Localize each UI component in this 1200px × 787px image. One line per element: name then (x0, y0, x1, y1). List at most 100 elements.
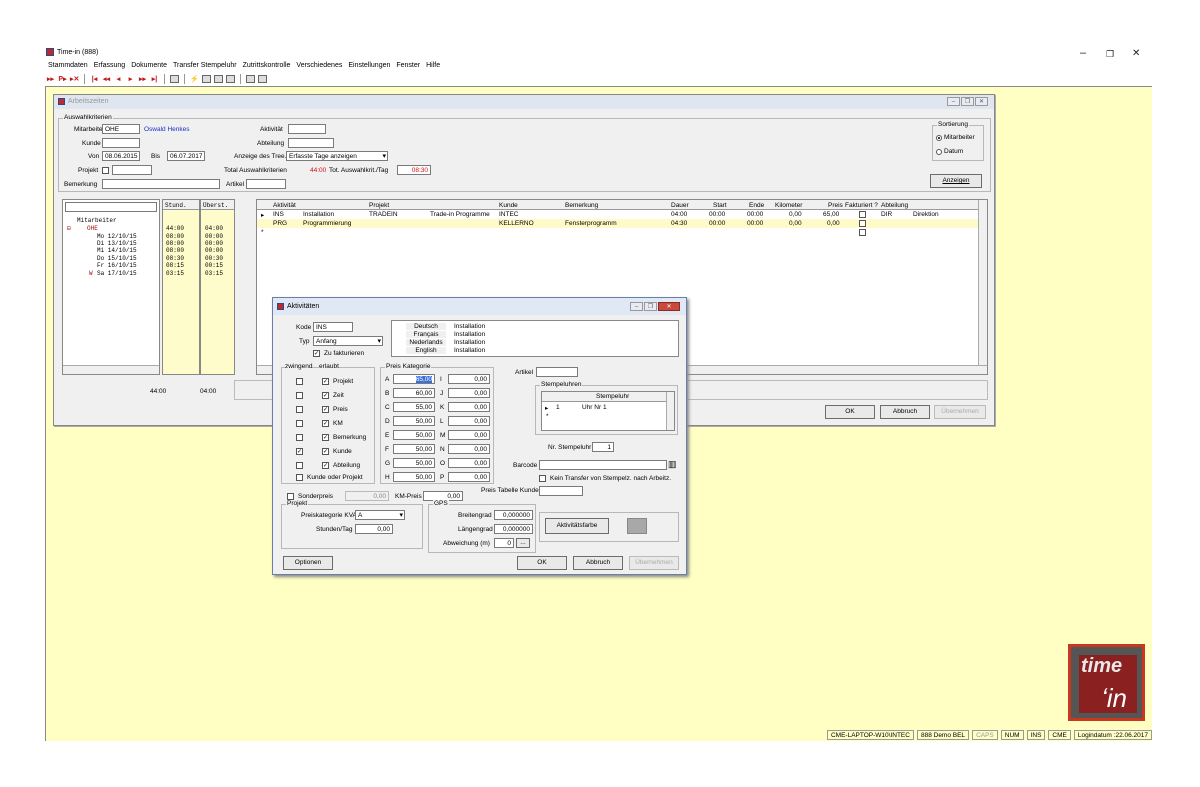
erlaubt-checkbox[interactable]: ✓ (322, 392, 329, 399)
zwingend-checkbox[interactable] (296, 406, 303, 413)
preis-kategorie-input[interactable]: 50,00 (393, 444, 435, 454)
prev-record-icon[interactable]: ◂ (114, 75, 123, 83)
sonderpreis-checkbox[interactable] (287, 493, 294, 500)
zwingend-checkbox[interactable]: ✓ (296, 448, 303, 455)
kunde-input[interactable] (102, 138, 140, 148)
typ-select[interactable]: Anfang (313, 336, 383, 346)
zwingend-checkbox[interactable] (296, 378, 303, 385)
save-icon[interactable] (226, 74, 235, 83)
preis-kategorie-input[interactable]: 50,00 (393, 430, 435, 440)
list-icon[interactable] (258, 74, 267, 83)
abbruch-button[interactable]: Abbruch (573, 556, 623, 570)
kein-transfer-checkbox[interactable] (539, 475, 546, 482)
aktivitaetsfarbe-button[interactable]: Aktivitätsfarbe (545, 518, 609, 534)
minimize-button[interactable]: – (1080, 47, 1086, 59)
new-table-row[interactable]: * (257, 228, 987, 237)
col-fakturiert[interactable]: Fakturiert ? (845, 202, 878, 209)
ok-button[interactable]: OK (517, 556, 567, 570)
fakturiert-checkbox[interactable] (859, 220, 866, 227)
preis-kategorie-input[interactable]: 50,00 (393, 472, 435, 482)
table-row[interactable]: ▸ 1 Uhr Nr 1 (542, 403, 667, 412)
copy-record-icon[interactable]: P▸ (58, 75, 67, 83)
uebernehmen-button[interactable]: Übernehmen (629, 556, 679, 570)
artikel-input[interactable] (246, 179, 286, 189)
new-record-icon[interactable]: ▸▸ (46, 75, 55, 83)
zwingend-checkbox[interactable] (296, 462, 303, 469)
col-ende[interactable]: Ende (749, 202, 764, 209)
fakturiert-checkbox[interactable] (859, 211, 866, 218)
ok-button[interactable]: OK (825, 405, 875, 419)
sonderpreis-input[interactable]: 0,00 (345, 491, 389, 501)
lightning-icon[interactable]: ⚡ (190, 75, 199, 83)
preis-kategorie-input[interactable]: 0,00 (448, 374, 490, 384)
preis-kategorie-input[interactable]: 0,00 (448, 402, 490, 412)
projekt-checkbox[interactable] (102, 167, 109, 174)
language-value[interactable]: Installation (454, 347, 485, 354)
next-record-icon[interactable]: ▸ (126, 75, 135, 83)
print-icon[interactable] (202, 74, 211, 83)
table-row[interactable]: PRG Programmierung KELLERNO Fensterprogr… (257, 219, 987, 228)
next-page-icon[interactable]: ▸▸ (138, 75, 147, 83)
menu-hilfe[interactable]: Hilfe (426, 62, 440, 69)
zwingend-checkbox[interactable] (296, 434, 303, 441)
tree-employee-node[interactable]: OHE (87, 225, 98, 232)
sort-datum-radio[interactable] (936, 149, 942, 155)
preis-kategorie-input[interactable]: 0,00 (448, 458, 490, 468)
fakturiert-checkbox[interactable] (859, 229, 866, 236)
language-value[interactable]: Installation (454, 323, 485, 330)
first-record-icon[interactable]: |◂ (90, 75, 99, 83)
artikel-input[interactable] (536, 367, 578, 377)
nr-stempeluhr-input[interactable]: 1 (592, 442, 614, 452)
sort-mitarbeiter-radio[interactable] (936, 135, 942, 141)
preis-kategorie-input[interactable]: 0,00 (448, 416, 490, 426)
col-aktivitaet[interactable]: Aktivität (273, 202, 296, 209)
table-row[interactable]: ▸ INS Installation TRADEIN Trade-in Prog… (257, 210, 987, 219)
language-value[interactable]: Installation (454, 331, 485, 338)
zwingend-checkbox[interactable] (296, 392, 303, 399)
preis-kategorie-input[interactable]: 65,00 (393, 374, 435, 384)
stunden-tag-input[interactable]: 0,00 (355, 524, 393, 534)
uebernehmen-button[interactable]: Übernehmen (934, 405, 986, 419)
anzeige-select[interactable]: Erfasste Tage anzeigen (286, 151, 388, 161)
grid-icon[interactable] (170, 74, 179, 83)
preis-kategorie-input[interactable]: 0,00 (448, 444, 490, 454)
grid-vertical-scrollbar[interactable] (978, 200, 987, 366)
tree-filter-input[interactable] (65, 202, 157, 212)
delete-record-icon[interactable]: ▸✕ (70, 75, 79, 83)
close-button[interactable]: ✕ (1132, 48, 1140, 59)
tree-day-node[interactable]: Mi 14/10/15 (97, 247, 137, 254)
erlaubt-checkbox[interactable]: ✓ (322, 406, 329, 413)
abteilung-input[interactable] (288, 138, 334, 148)
window-icon[interactable] (214, 74, 223, 83)
menu-fenster[interactable]: Fenster (396, 62, 420, 69)
bis-date-input[interactable]: 06.07.2017 (167, 151, 205, 161)
preis-kategorie-input[interactable]: 60,00 (393, 388, 435, 398)
kunde-oder-projekt-checkbox[interactable] (296, 474, 303, 481)
menu-erfassung[interactable]: Erfassung (94, 62, 126, 69)
tree-expand-icon[interactable]: ⊟ (67, 225, 71, 232)
anzeigen-button[interactable]: Anzeigen (930, 174, 982, 188)
last-record-icon[interactable]: ▸| (150, 75, 159, 83)
col-abteilung[interactable]: Abteilung (881, 202, 908, 209)
calendar-icon[interactable] (246, 74, 255, 83)
zu-fakturieren-checkbox[interactable]: ✓ (313, 350, 320, 357)
preiskat-kva-select[interactable]: A (355, 510, 405, 520)
restore-button[interactable]: ❐ (1106, 49, 1114, 60)
menu-zutrittskontrolle[interactable]: Zutrittskontrolle (243, 62, 291, 69)
barcode-icon[interactable]: ▥ (668, 459, 677, 470)
erlaubt-checkbox[interactable]: ✓ (322, 378, 329, 385)
preis-kategorie-input[interactable]: 0,00 (448, 472, 490, 482)
preis-kategorie-input[interactable]: 50,00 (393, 458, 435, 468)
tree-day-node[interactable]: Mo 12/10/15 (97, 233, 137, 240)
laengengrad-input[interactable]: 0,000000 (494, 524, 533, 534)
menu-stammdaten[interactable]: Stammdaten (48, 62, 88, 69)
minimize-button[interactable]: – (947, 97, 960, 106)
col-start[interactable]: Start (713, 202, 727, 209)
abweichung-input[interactable]: 0 (494, 538, 514, 548)
preis-kategorie-input[interactable]: 55,00 (393, 402, 435, 412)
col-kunde[interactable]: Kunde (499, 202, 518, 209)
breitengrad-input[interactable]: 0,000000 (494, 510, 533, 520)
tree-day-node[interactable]: Fr 16/10/15 (97, 262, 137, 269)
minimize-button[interactable]: – (630, 302, 643, 311)
preis-kategorie-input[interactable]: 0,00 (448, 430, 490, 440)
